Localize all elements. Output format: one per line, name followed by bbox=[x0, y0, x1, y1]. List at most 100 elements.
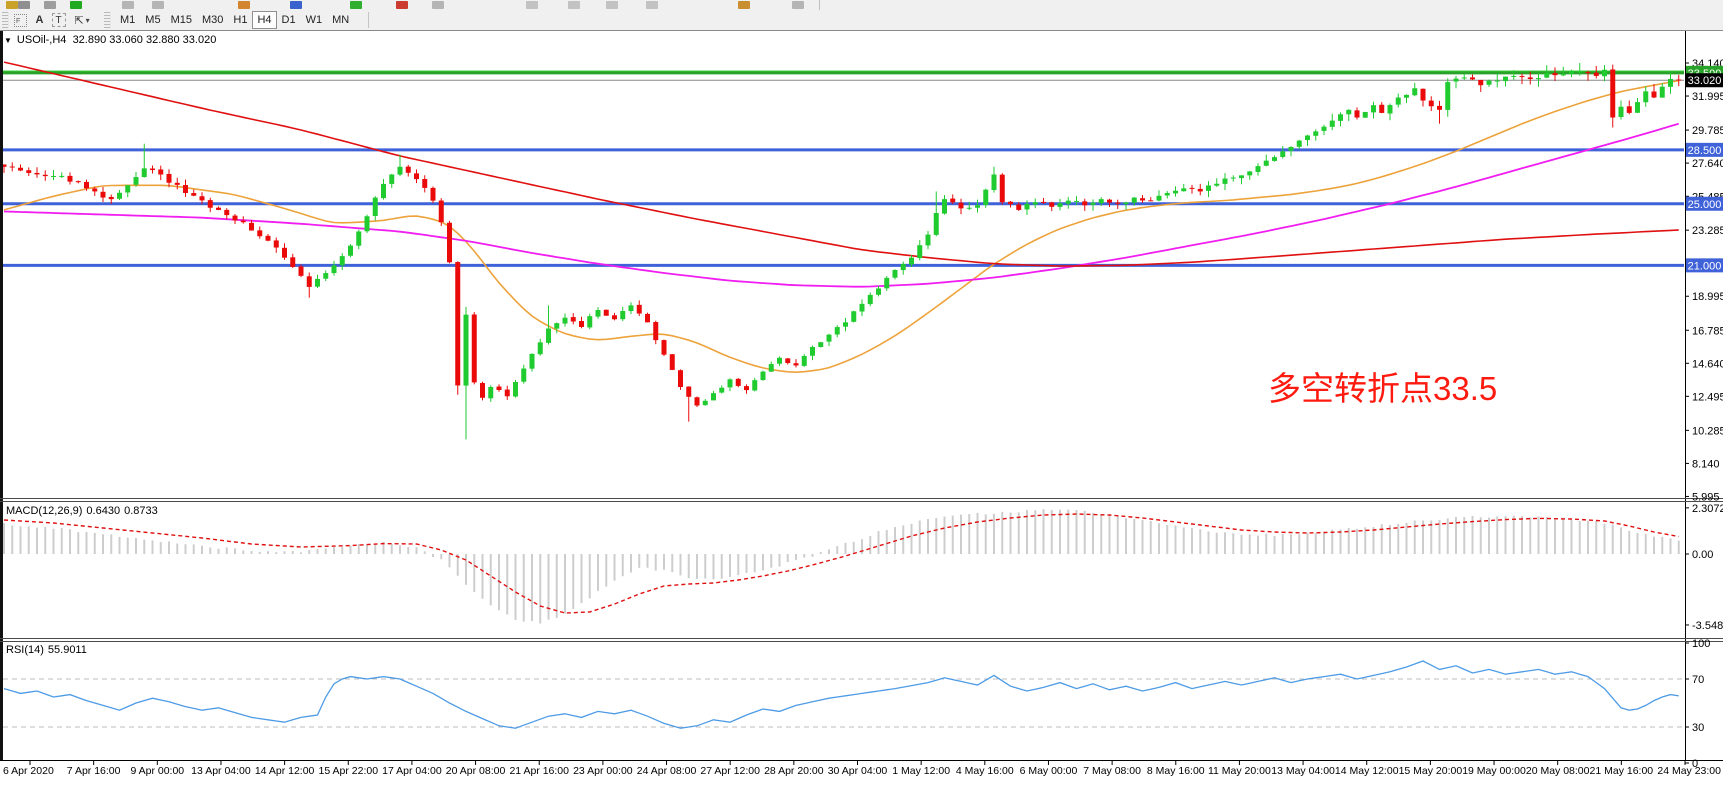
candle-body bbox=[356, 231, 361, 245]
candle-body bbox=[142, 168, 147, 177]
svg-text:6 May 00:00: 6 May 00:00 bbox=[1020, 765, 1078, 777]
clipped-toolbar-icon[interactable] bbox=[792, 1, 804, 9]
clipped-toolbar-icon[interactable] bbox=[350, 1, 362, 9]
candle-body bbox=[299, 266, 304, 275]
candle-body bbox=[1437, 106, 1442, 110]
candle-body bbox=[10, 166, 15, 167]
clipped-toolbar-icon[interactable] bbox=[646, 1, 658, 9]
candle-body bbox=[761, 372, 766, 380]
candle-body bbox=[307, 276, 312, 287]
candle-body bbox=[134, 177, 139, 185]
text-label-icon[interactable]: A bbox=[31, 12, 48, 29]
candle-body bbox=[546, 328, 551, 342]
svg-text:100: 100 bbox=[1692, 638, 1710, 650]
candle-body bbox=[1577, 71, 1582, 72]
candle-body bbox=[579, 321, 584, 327]
candle-body bbox=[249, 223, 254, 231]
timeframe-button-mn[interactable]: MN bbox=[327, 11, 354, 29]
candle-body bbox=[1214, 184, 1219, 186]
candle-body bbox=[1445, 82, 1450, 110]
candle-body bbox=[1305, 136, 1310, 141]
svg-text:23 Apr 00:00: 23 Apr 00:00 bbox=[573, 765, 633, 777]
svg-text:33.020: 33.020 bbox=[1688, 75, 1722, 87]
line-studies-icon[interactable]: F bbox=[12, 12, 29, 29]
clipped-toolbar-icon[interactable] bbox=[152, 1, 164, 9]
candle-body bbox=[736, 379, 741, 386]
clipped-toolbar-icon[interactable] bbox=[6, 1, 18, 9]
candle-body bbox=[233, 216, 238, 221]
toolbar-grip[interactable] bbox=[104, 12, 111, 28]
clipped-toolbar-icon[interactable] bbox=[18, 1, 30, 9]
candle-body bbox=[447, 223, 452, 263]
candle-body bbox=[645, 314, 650, 322]
candle-body bbox=[109, 197, 114, 199]
clipped-toolbar-icon[interactable] bbox=[290, 1, 302, 9]
svg-text:25.000: 25.000 bbox=[1688, 199, 1722, 211]
clipped-toolbar-icon[interactable] bbox=[238, 1, 250, 9]
candle-body bbox=[934, 213, 939, 235]
svg-text:21 Apr 16:00: 21 Apr 16:00 bbox=[509, 765, 569, 777]
candle-body bbox=[1115, 202, 1120, 203]
candle-body bbox=[1223, 179, 1228, 184]
timeframe-button-m30[interactable]: M30 bbox=[197, 11, 228, 29]
candle-body bbox=[1322, 127, 1327, 131]
candle-body bbox=[1239, 175, 1244, 178]
candle-body bbox=[125, 185, 130, 192]
timeframe-button-w1[interactable]: W1 bbox=[301, 11, 328, 29]
timeframe-button-m5[interactable]: M5 bbox=[140, 11, 165, 29]
candle-body bbox=[686, 387, 691, 397]
candle-body bbox=[1363, 112, 1368, 118]
timeframe-button-d1[interactable]: D1 bbox=[277, 11, 301, 29]
candle-body bbox=[257, 230, 262, 236]
clipped-toolbar-icon[interactable] bbox=[396, 1, 408, 9]
candle-body bbox=[464, 315, 469, 386]
clipped-toolbar-icon[interactable] bbox=[70, 1, 82, 9]
candle-body bbox=[959, 203, 964, 209]
candle-body bbox=[942, 199, 947, 213]
candle-body bbox=[530, 354, 535, 369]
svg-text:15 May 20:00: 15 May 20:00 bbox=[1399, 765, 1463, 777]
clipped-toolbar-icon[interactable] bbox=[738, 1, 750, 9]
candle-body bbox=[1082, 201, 1087, 205]
timeframe-button-h4[interactable]: H4 bbox=[252, 11, 276, 29]
clipped-toolbar-icon[interactable] bbox=[122, 1, 134, 9]
timeframe-button-m15[interactable]: M15 bbox=[166, 11, 197, 29]
clipped-toolbar-icon[interactable] bbox=[568, 1, 580, 9]
candle-body bbox=[282, 248, 287, 258]
arrows-icon[interactable]: ⇱▾ bbox=[69, 12, 95, 29]
clipped-toolbar-icon[interactable] bbox=[44, 1, 56, 9]
svg-text:5.995: 5.995 bbox=[1692, 491, 1720, 503]
svg-text:13 May 04:00: 13 May 04:00 bbox=[1271, 765, 1335, 777]
candle-body bbox=[1652, 91, 1657, 97]
text-box-icon[interactable]: T bbox=[50, 12, 67, 29]
candle-body bbox=[1289, 147, 1294, 151]
collapse-arrow-icon[interactable]: ▼ bbox=[4, 36, 12, 45]
svg-text:17 Apr 04:00: 17 Apr 04:00 bbox=[382, 765, 442, 777]
candle-body bbox=[1033, 202, 1038, 204]
svg-text:18.995: 18.995 bbox=[1692, 291, 1723, 303]
candle-body bbox=[59, 176, 64, 177]
candle-body bbox=[1025, 204, 1030, 210]
candle-body bbox=[810, 347, 815, 356]
candle-body bbox=[884, 278, 889, 288]
toolbar-grip[interactable] bbox=[2, 12, 9, 28]
candle-body bbox=[1619, 107, 1624, 117]
line-studies-toolbar: FAT⇱▾ bbox=[11, 12, 96, 29]
candle-body bbox=[719, 388, 724, 393]
candle-body bbox=[1412, 88, 1417, 95]
candle-body bbox=[1338, 114, 1343, 121]
clipped-toolbar-icon[interactable] bbox=[606, 1, 618, 9]
candle-body bbox=[224, 210, 229, 215]
timeframe-button-m1[interactable]: M1 bbox=[115, 11, 140, 29]
clipped-toolbar-icon[interactable] bbox=[526, 1, 538, 9]
macd-label: MACD(12,26,9)0.64300.8733 bbox=[6, 505, 162, 517]
candle-body bbox=[1074, 201, 1079, 202]
svg-text:28.500: 28.500 bbox=[1688, 145, 1722, 157]
svg-text:10.285: 10.285 bbox=[1692, 425, 1723, 437]
candle-body bbox=[1429, 101, 1434, 107]
clipped-toolbar-icon[interactable] bbox=[432, 1, 444, 9]
timeframe-button-h1[interactable]: H1 bbox=[228, 11, 252, 29]
svg-text:7 May 08:00: 7 May 08:00 bbox=[1083, 765, 1141, 777]
candle-body bbox=[266, 236, 271, 241]
candle-body bbox=[967, 208, 972, 209]
